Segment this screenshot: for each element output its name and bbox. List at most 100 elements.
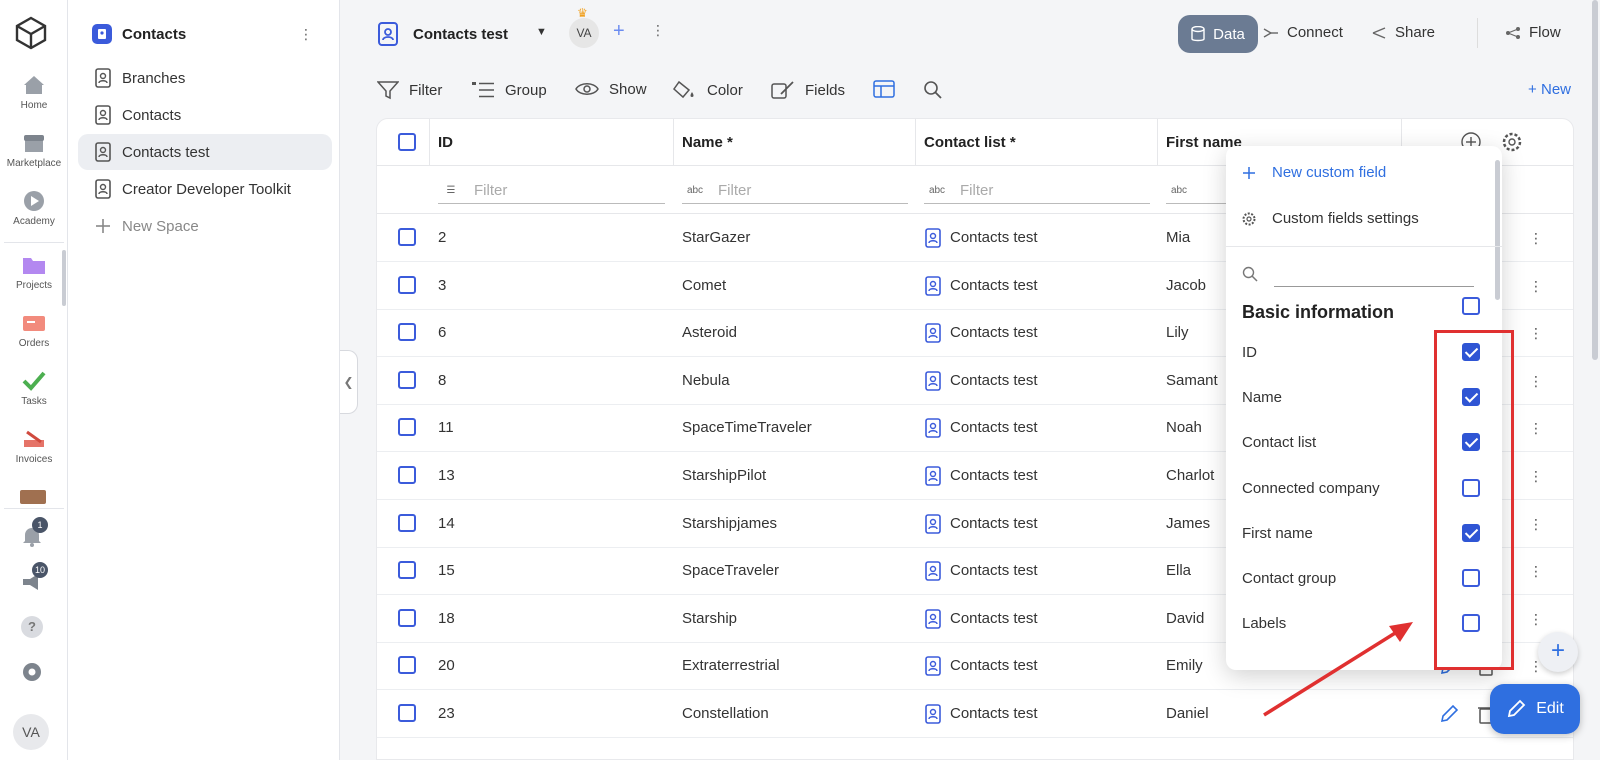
rail-academy[interactable]: Academy (0, 190, 68, 227)
row-checkbox[interactable] (398, 228, 416, 246)
cell-contact-list[interactable]: Contacts test (924, 690, 1038, 738)
share-button[interactable]: Share (1371, 24, 1435, 41)
rail-tasks[interactable]: Tasks (0, 370, 68, 407)
field-search-input[interactable] (1242, 258, 1474, 290)
rail-home[interactable]: Home (0, 74, 68, 111)
row-kebab-icon[interactable]: ⋮ (1529, 309, 1543, 357)
cell-contact-list[interactable]: Contacts test (924, 404, 1038, 452)
row-kebab-icon[interactable]: ⋮ (1529, 262, 1543, 310)
row-checkbox[interactable] (398, 656, 416, 675)
cell-contact-list[interactable]: Contacts test (924, 309, 1038, 357)
row-kebab-icon[interactable]: ⋮ (1529, 547, 1543, 595)
user-avatar[interactable]: VA (13, 714, 49, 750)
cell-name[interactable]: Comet (682, 262, 726, 310)
contact-list-filter-input[interactable]: abc Filter (924, 178, 1150, 204)
column-header-contact-list[interactable]: Contact list * (915, 119, 1157, 166)
rail-invoices[interactable]: Invoices (0, 428, 68, 465)
table-view-button[interactable] (873, 80, 905, 98)
cell-first-name[interactable]: Noah (1166, 404, 1202, 452)
box-icon[interactable] (20, 490, 46, 504)
cell-name[interactable]: Starshipjames (682, 500, 777, 548)
app-logo-icon[interactable] (14, 16, 48, 50)
sidebar-kebab-icon[interactable]: ⋮ (299, 26, 313, 43)
name-filter-input[interactable]: abc Filter (682, 178, 908, 204)
cell-contact-list[interactable]: Contacts test (924, 452, 1038, 500)
rail-projects[interactable]: Projects (0, 254, 68, 291)
sidebar-item-branches[interactable]: Branches (78, 60, 332, 96)
row-kebab-icon[interactable]: ⋮ (1529, 357, 1543, 405)
fields-button[interactable]: Fields (771, 80, 845, 100)
gear-icon[interactable] (1501, 131, 1523, 153)
field-option-label[interactable]: Contact group (1242, 570, 1336, 587)
settings-button[interactable] (20, 660, 44, 689)
cell-first-name[interactable]: Jacob (1166, 262, 1206, 310)
row-checkbox[interactable] (398, 513, 416, 532)
id-filter-input[interactable]: ☰ Filter (438, 178, 665, 204)
row-checkbox[interactable] (398, 466, 416, 484)
cell-contact-list[interactable]: Contacts test (924, 595, 1038, 643)
field-option-label[interactable]: Connected company (1242, 480, 1380, 497)
row-kebab-icon[interactable]: ⋮ (1529, 404, 1543, 452)
cell-first-name[interactable]: Mia (1166, 214, 1190, 262)
cell-name[interactable]: SpaceTraveler (682, 547, 779, 595)
page-scrollbar[interactable] (1592, 0, 1598, 360)
sidebar-header[interactable]: Contacts (92, 22, 186, 46)
row-checkbox[interactable] (398, 418, 416, 437)
field-option-label[interactable]: ID (1242, 344, 1257, 361)
row-kebab-icon[interactable]: ⋮ (1529, 595, 1543, 643)
row-checkbox[interactable] (398, 275, 416, 294)
add-fab-button[interactable]: + (1538, 632, 1578, 672)
edit-row-button[interactable] (1439, 704, 1459, 728)
cell-name[interactable]: StarshipPilot (682, 452, 766, 500)
section-select-all-checkbox[interactable] (1462, 297, 1480, 315)
field-option-label[interactable]: Contact list (1242, 434, 1316, 451)
cell-name[interactable]: Nebula (682, 357, 730, 405)
new-space-button[interactable]: New Space (78, 208, 332, 244)
cell-name[interactable]: Constellation (682, 690, 769, 738)
cell-name[interactable]: Starship (682, 595, 737, 643)
group-button[interactable]: Group (471, 80, 547, 100)
column-header-id[interactable]: ID (429, 119, 673, 166)
new-record-button[interactable]: + New (1528, 81, 1571, 98)
cell-first-name[interactable]: Lily (1166, 309, 1189, 357)
cell-contact-list[interactable]: Contacts test (924, 547, 1038, 595)
sidebar-collapse-handle[interactable]: ❮ (340, 350, 358, 414)
cell-first-name[interactable]: James (1166, 500, 1210, 548)
row-checkbox[interactable] (398, 323, 416, 342)
row-kebab-icon[interactable]: ⋮ (1529, 214, 1543, 262)
member-avatar[interactable]: VA (569, 18, 599, 48)
field-option-label[interactable]: First name (1242, 525, 1313, 542)
sidebar-item-contacts-test[interactable]: Contacts test (78, 134, 332, 170)
row-kebab-icon[interactable]: ⋮ (1529, 452, 1543, 500)
cell-name[interactable]: Extraterrestrial (682, 642, 780, 690)
color-button[interactable]: Color (673, 80, 743, 100)
add-member-icon[interactable]: + (613, 20, 625, 43)
column-header-name[interactable]: Name * (673, 119, 915, 166)
row-checkbox[interactable] (398, 561, 416, 580)
filter-button[interactable]: Filter (377, 80, 442, 100)
cell-name[interactable]: Asteroid (682, 309, 737, 357)
cell-name[interactable]: StarGazer (682, 214, 750, 262)
connect-button[interactable]: Connect (1263, 24, 1343, 41)
cell-contact-list[interactable]: Contacts test (924, 500, 1038, 548)
row-checkbox[interactable] (398, 370, 416, 389)
cell-first-name[interactable]: Charlot (1166, 452, 1214, 500)
field-option-label[interactable]: Name (1242, 389, 1282, 406)
cell-first-name[interactable]: Emily (1166, 642, 1203, 690)
sidebar-item-contacts[interactable]: Contacts (78, 97, 332, 133)
row-checkbox[interactable] (398, 704, 416, 722)
cell-first-name[interactable]: Samant (1166, 357, 1218, 405)
row-kebab-icon[interactable]: ⋮ (1529, 500, 1543, 548)
sidebar-item-creator-toolkit[interactable]: Creator Developer Toolkit (78, 171, 332, 207)
rail-orders[interactable]: Orders (0, 312, 68, 349)
search-button[interactable] (923, 80, 953, 100)
cell-first-name[interactable]: David (1166, 595, 1204, 643)
space-title[interactable]: Contacts test (377, 22, 508, 46)
select-all-checkbox[interactable] (398, 133, 416, 151)
cell-name[interactable]: SpaceTimeTraveler (682, 404, 812, 452)
cell-first-name[interactable]: Daniel (1166, 690, 1209, 738)
cell-contact-list[interactable]: Contacts test (924, 642, 1038, 690)
rail-marketplace[interactable]: Marketplace (0, 132, 68, 169)
cell-contact-list[interactable]: Contacts test (924, 357, 1038, 405)
help-icon[interactable]: ? (21, 616, 43, 638)
